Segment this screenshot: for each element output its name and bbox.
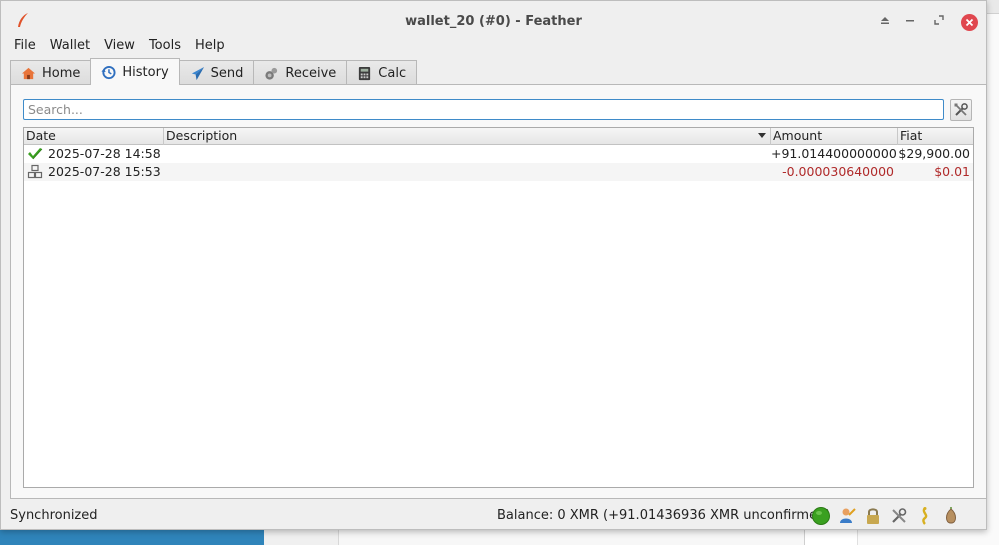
column-header-date[interactable]: Date: [24, 128, 164, 145]
receive-icon: [265, 67, 278, 80]
lock-icon[interactable]: [863, 506, 883, 526]
connection-status-icon[interactable]: [811, 506, 831, 526]
sync-status: Synchronized: [10, 508, 98, 523]
balance-label: Balance: 0 XMR (+91.01436936 XMR unconfi…: [497, 508, 831, 523]
feather-wallet-window: wallet_20 (#0) - Feather File Wallet Vie…: [0, 0, 987, 530]
history-icon: [101, 65, 116, 79]
menu-bar: File Wallet View Tools Help: [9, 37, 234, 57]
tab-home[interactable]: Home: [10, 60, 92, 85]
row-date: 2025-07-28 14:58: [48, 146, 161, 161]
tab-receive-label: Receive: [285, 65, 337, 81]
seed-icon[interactable]: [915, 506, 935, 526]
tab-bar: Home History Send Receive Calc: [10, 58, 418, 85]
accounts-icon[interactable]: [837, 506, 857, 526]
title-bar[interactable]: wallet_20 (#0) - Feather: [1, 1, 986, 35]
menu-file[interactable]: File: [9, 37, 41, 57]
sort-descending-icon[interactable]: [758, 133, 766, 138]
status-bar: Synchronized Balance: 0 XMR (+91.0143693…: [1, 503, 986, 529]
menu-view[interactable]: View: [99, 37, 140, 57]
row-amount: +91.014400000000: [771, 146, 897, 161]
tab-calc-label: Calc: [378, 65, 407, 81]
tab-home-label: Home: [42, 65, 81, 81]
tab-send-label: Send: [210, 65, 244, 81]
tab-receive[interactable]: Receive: [253, 60, 348, 85]
row-fiat: $0.01: [934, 164, 970, 179]
maximize-icon[interactable]: [931, 13, 947, 29]
table-row[interactable]: 2025-07-28 15:53 -0.000030640000 $0.01: [24, 163, 973, 181]
menu-wallet[interactable]: Wallet: [45, 37, 95, 57]
table-row[interactable]: 2025-07-28 14:58 +91.014400000000 $29,90…: [24, 145, 973, 163]
tab-send[interactable]: Send: [178, 60, 255, 85]
tab-calc[interactable]: Calc: [346, 60, 418, 85]
row-date: 2025-07-28 15:53: [48, 164, 161, 179]
search-options-button[interactable]: [950, 99, 972, 121]
history-table[interactable]: Date Description Amount Fiat 2025-07-28 …: [23, 127, 974, 488]
minimize-icon[interactable]: [902, 13, 918, 29]
menu-tools[interactable]: Tools: [144, 37, 186, 57]
close-icon: [965, 18, 974, 27]
calculator-icon: [359, 66, 371, 80]
tab-history[interactable]: History: [90, 58, 180, 85]
confirmed-check-icon: [28, 148, 43, 160]
send-icon: [191, 66, 204, 80]
shade-icon[interactable]: [877, 13, 893, 29]
tor-onion-icon[interactable]: [941, 506, 961, 526]
pending-blocks-icon: [27, 164, 43, 179]
close-button[interactable]: [961, 14, 978, 31]
menu-help[interactable]: Help: [190, 37, 230, 57]
row-amount: -0.000030640000: [782, 164, 894, 179]
column-header-description[interactable]: Description: [164, 128, 771, 145]
table-header: Date Description Amount Fiat: [24, 128, 973, 145]
row-fiat: $29,900.00: [898, 146, 970, 161]
tools-icon: [954, 103, 968, 116]
home-icon: [21, 67, 36, 79]
settings-tools-icon[interactable]: [889, 506, 909, 526]
window-title: wallet_20 (#0) - Feather: [405, 14, 582, 29]
history-panel: Date Description Amount Fiat 2025-07-28 …: [10, 84, 987, 499]
column-header-amount[interactable]: Amount: [771, 128, 898, 145]
column-header-fiat[interactable]: Fiat: [898, 128, 973, 145]
search-input[interactable]: [23, 99, 944, 120]
tab-history-label: History: [122, 64, 169, 80]
